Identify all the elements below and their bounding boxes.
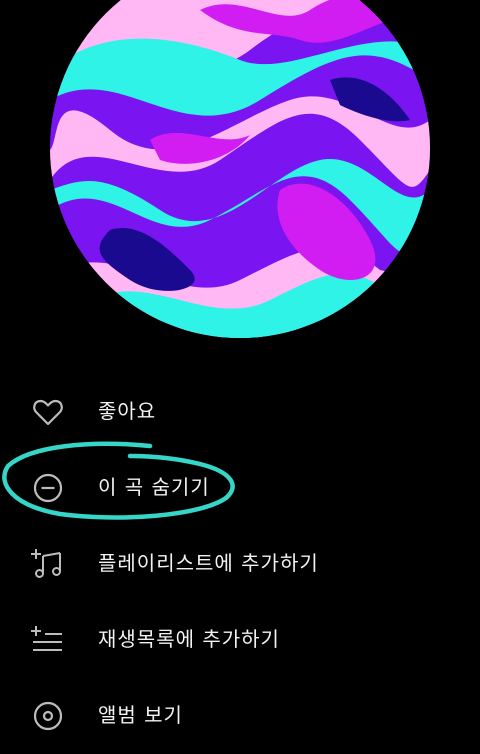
menu-item-view-album[interactable]: 앨범 보기 (0, 686, 480, 746)
menu-item-label: 플레이리스트에 추가하기 (98, 551, 319, 575)
menu-item-label: 좋아요 (98, 399, 157, 423)
album-artwork (50, 0, 430, 346)
minus-circle-icon (30, 470, 66, 506)
add-to-playlist-icon (30, 546, 66, 582)
menu-item-hide-song[interactable]: 이 곡 숨기기 (0, 458, 480, 518)
menu-item-add-to-queue[interactable]: 재생목록에 추가하기 (0, 610, 480, 670)
heart-icon (30, 394, 66, 430)
menu-item-label: 재생목록에 추가하기 (98, 627, 280, 651)
menu-item-label: 이 곡 숨기기 (98, 475, 210, 499)
menu-item-label: 앨범 보기 (98, 703, 183, 727)
album-icon (30, 698, 66, 734)
menu-item-add-to-playlist[interactable]: 플레이리스트에 추가하기 (0, 534, 480, 594)
add-to-queue-icon (30, 622, 66, 658)
menu-item-like[interactable]: 좋아요 (0, 382, 480, 442)
